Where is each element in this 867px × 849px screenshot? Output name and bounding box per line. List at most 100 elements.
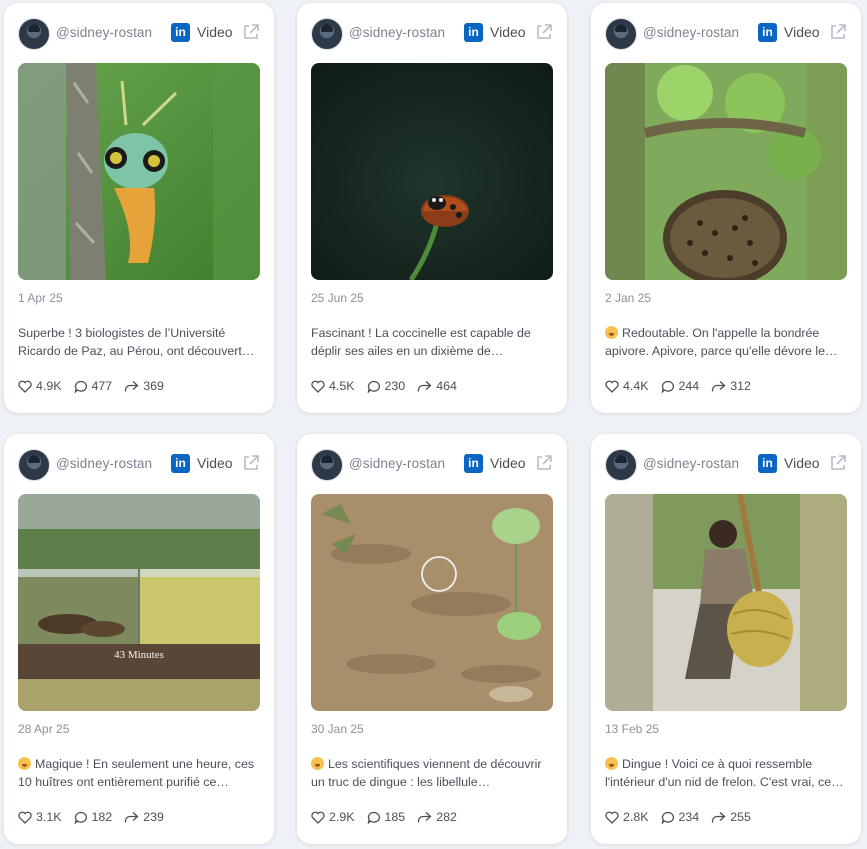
post-excerpt[interactable]: Magique ! En seulement une heure, ces 10… — [18, 755, 262, 791]
post-excerpt[interactable]: Fascinant ! La coccinelle est capable de… — [311, 324, 555, 360]
comments-stat: 477 — [74, 379, 113, 393]
comments-stat: 244 — [661, 379, 700, 393]
post-card[interactable]: @sidney-rostan in Video 2 Jan 25 Redouta… — [591, 3, 861, 413]
comments-count: 230 — [384, 379, 406, 393]
emoji-icon — [311, 757, 324, 770]
shares-stat: 369 — [124, 379, 164, 393]
heart-icon — [605, 380, 619, 393]
card-header: @sidney-rostan in Video — [311, 17, 553, 51]
external-link-icon[interactable] — [242, 454, 260, 472]
comments-count: 477 — [91, 379, 113, 393]
shares-stat: 239 — [124, 810, 164, 824]
linkedin-icon: in — [758, 23, 777, 42]
avatar[interactable] — [605, 449, 637, 481]
shares-stat: 312 — [711, 379, 751, 393]
author-handle[interactable]: @sidney-rostan — [56, 456, 152, 471]
linkedin-icon: in — [464, 23, 483, 42]
likes-stat: 4.9K — [18, 379, 62, 393]
likes-count: 4.9K — [36, 379, 62, 393]
card-header: @sidney-rostan in Video — [605, 17, 847, 51]
card-header: @sidney-rostan in Video — [18, 17, 260, 51]
post-excerpt[interactable]: Les scientifiques viennent de découvrir … — [311, 755, 555, 791]
post-excerpt[interactable]: Superbe ! 3 biologistes de l’Université … — [18, 324, 262, 360]
post-excerpt[interactable]: Dingue ! Voici ce à quoi ressemble l'int… — [605, 755, 849, 791]
post-card[interactable]: @sidney-rostan in Video 25 Jun 25 Fascin… — [297, 3, 567, 413]
avatar[interactable] — [311, 18, 343, 50]
likes-stat: 4.4K — [605, 379, 649, 393]
post-card[interactable]: @sidney-rostan in Video 13 Feb 25 Dingue… — [591, 434, 861, 844]
linkedin-icon: in — [464, 454, 483, 473]
post-excerpt[interactable]: Redoutable. On l'appelle la bondrée apiv… — [605, 324, 849, 360]
comments-stat: 230 — [367, 379, 406, 393]
post-date: 25 Jun 25 — [311, 291, 364, 305]
linkedin-icon: in — [171, 23, 190, 42]
post-thumbnail[interactable] — [18, 63, 260, 280]
post-card[interactable]: @sidney-rostan in Video 43 Minutes 28 Ap… — [4, 434, 274, 844]
post-excerpt-text: Redoutable. On l'appelle la bondrée apiv… — [605, 326, 838, 358]
avatar[interactable] — [605, 18, 637, 50]
comments-count: 234 — [678, 810, 700, 824]
post-thumbnail[interactable]: 43 Minutes — [18, 494, 260, 711]
avatar[interactable] — [311, 449, 343, 481]
post-card[interactable]: @sidney-rostan in Video 30 Jan 25 Les sc… — [297, 434, 567, 844]
post-stats: 3.1K 182 239 — [18, 808, 176, 826]
post-date: 28 Apr 25 — [18, 722, 70, 736]
emoji-icon — [605, 757, 618, 770]
author-handle[interactable]: @sidney-rostan — [643, 456, 739, 471]
card-header: @sidney-rostan in Video — [311, 448, 553, 482]
heart-icon — [18, 380, 32, 393]
post-thumbnail[interactable] — [605, 63, 847, 280]
shares-count: 464 — [436, 379, 457, 393]
share-icon — [125, 380, 139, 391]
comment-icon — [367, 811, 380, 824]
heart-icon — [311, 380, 325, 393]
post-stats: 4.9K 477 369 — [18, 377, 176, 395]
share-icon — [712, 380, 726, 391]
avatar[interactable] — [18, 18, 50, 50]
post-excerpt-text: Magique ! En seulement une heure, ces 10… — [18, 757, 255, 789]
comments-stat: 234 — [661, 810, 700, 824]
post-thumbnail[interactable] — [311, 63, 553, 280]
post-stats: 2.9K 185 282 — [311, 808, 469, 826]
likes-count: 2.9K — [329, 810, 355, 824]
post-date: 1 Apr 25 — [18, 291, 63, 305]
post-date: 13 Feb 25 — [605, 722, 660, 736]
post-thumbnail[interactable] — [605, 494, 847, 711]
comment-icon — [74, 380, 87, 393]
linkedin-icon: in — [171, 454, 190, 473]
share-icon — [418, 811, 432, 822]
share-icon — [125, 811, 139, 822]
share-icon — [712, 811, 726, 822]
shares-count: 239 — [143, 810, 164, 824]
external-link-icon[interactable] — [829, 454, 847, 472]
post-type-label: Video — [784, 24, 820, 40]
external-link-icon[interactable] — [829, 23, 847, 41]
likes-stat: 4.5K — [311, 379, 355, 393]
comments-stat: 185 — [367, 810, 405, 824]
share-icon — [418, 380, 432, 391]
heart-icon — [18, 811, 32, 824]
author-handle[interactable]: @sidney-rostan — [56, 25, 152, 40]
author-handle[interactable]: @sidney-rostan — [643, 25, 739, 40]
post-card[interactable]: @sidney-rostan in Video 1 Apr 25 Superbe… — [4, 3, 274, 413]
external-link-icon[interactable] — [535, 454, 553, 472]
author-handle[interactable]: @sidney-rostan — [349, 25, 445, 40]
external-link-icon[interactable] — [242, 23, 260, 41]
post-type-label: Video — [197, 455, 233, 471]
shares-stat: 464 — [417, 379, 457, 393]
post-thumbnail[interactable] — [311, 494, 553, 711]
comments-count: 244 — [678, 379, 700, 393]
comment-icon — [661, 811, 674, 824]
author-handle[interactable]: @sidney-rostan — [349, 456, 445, 471]
post-type-label: Video — [197, 24, 233, 40]
likes-stat: 2.8K — [605, 810, 649, 824]
shares-count: 312 — [730, 379, 751, 393]
shares-count: 282 — [436, 810, 457, 824]
external-link-icon[interactable] — [535, 23, 553, 41]
comment-icon — [661, 380, 674, 393]
likes-count: 4.4K — [623, 379, 649, 393]
post-type-label: Video — [784, 455, 820, 471]
avatar[interactable] — [18, 449, 50, 481]
likes-stat: 2.9K — [311, 810, 355, 824]
post-excerpt-text: Les scientifiques viennent de découvrir … — [311, 757, 542, 789]
